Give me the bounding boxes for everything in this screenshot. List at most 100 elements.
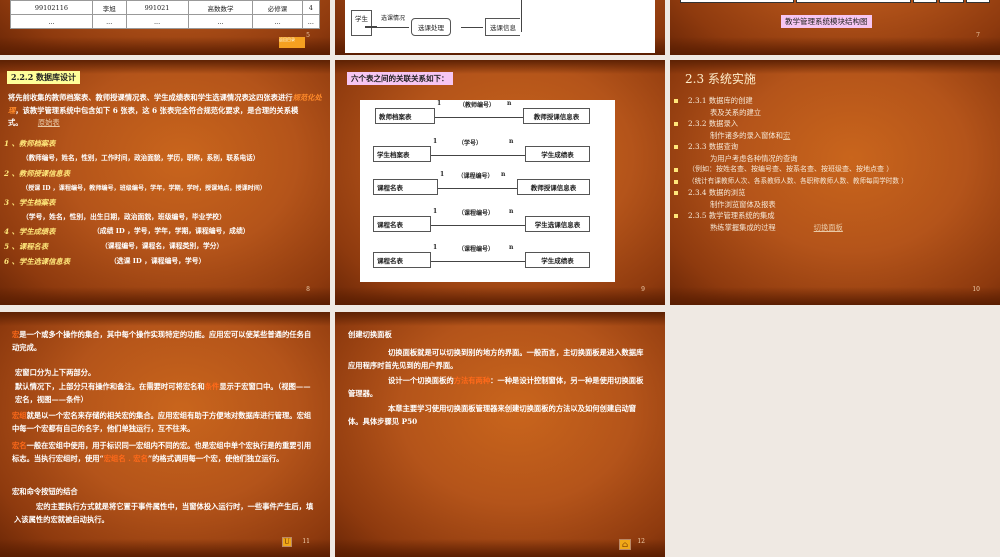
table-name: 3 、学生档案表 — [4, 198, 56, 207]
many-label: n — [509, 138, 514, 145]
one-label: 1 — [437, 100, 442, 107]
slide-number: 8 — [306, 286, 310, 293]
table-fields: （成绩 ID ，学号，学年，学期，课程编号，成绩） — [93, 227, 250, 235]
slide-title: 2.3 系统实施 — [685, 72, 756, 86]
paragraph: 本章主要学习使用切换面板管理器来创建切换面板的方法以及如何创建启动窗体。具体步骤… — [348, 404, 637, 426]
relation-arrow — [435, 117, 523, 118]
diagram-caption: 教学管理系统模块结构图 — [781, 15, 872, 28]
table-name: 2 、教师授课信息表 — [4, 169, 70, 178]
paragraph: 宏组就是以一个宏名来存储的相关宏的集合。应用宏组有助于方便地对数据库进行管理。宏… — [12, 411, 312, 433]
cell: 99102116 — [10, 0, 93, 15]
slide-title: 创建切换面板 — [348, 330, 392, 339]
student-entity: 学生 — [351, 10, 372, 36]
key-label: （课程编号） — [458, 210, 495, 217]
slide-number: 5 — [306, 32, 310, 39]
flow-label: 选课情况 — [381, 15, 406, 22]
paragraph: 默认情况下，上部分只有操作和备注。在需要时可将宏名和条件显示于宏窗口中。（视图—… — [15, 382, 311, 404]
slide-thumbnail-7[interactable]: 教学管理系统模块结构图 7 — [670, 0, 1000, 55]
data-table: 99102116 李旭 991021 高数数学 必修课 4 ...............… — [10, 0, 321, 29]
from-table-box: 学生档案表 — [373, 146, 431, 162]
to-table-box: 教师授课信息表 — [517, 179, 590, 195]
table-name: 1 、教师档案表 — [4, 139, 56, 148]
table-fields: （选课 ID ，课程编号，学号） — [110, 257, 206, 265]
paragraph: 宏和命令按钮的结合 — [12, 487, 78, 496]
paragraph: 设计一个切换面板的方法有两种：一种是设计控制窗体，另一种是使用切换面板管理器。 — [348, 376, 644, 398]
table-name: 4 、学生成绩表 — [4, 227, 56, 236]
one-label: 1 — [433, 244, 438, 251]
slide-number: 10 — [972, 286, 980, 293]
table-row: .................. — [10, 14, 321, 29]
many-label: n — [501, 171, 506, 178]
table-fields: （授课 ID ，课程编号，教师编号，班级编号，学年，学期，学时，授课地点，授课时… — [22, 185, 266, 192]
many-label: n — [509, 244, 514, 251]
from-table-box: 课程名表 — [373, 216, 431, 232]
relation-arrow — [438, 188, 517, 189]
slide-thumbnail-11[interactable]: 宏是一个或多个操作的集合，其中每个操作实现特定的功能。应用宏可以使某些普通的任务… — [0, 312, 330, 557]
list-item: 2.3.4 数据的浏览 制作浏览窗体及报表 — [674, 187, 996, 210]
paragraph: 宏名一般在宏组中使用，用于标识同一宏组内不同的宏。也是宏组中单个宏执行是的重要引… — [12, 441, 312, 463]
key-label: （学号） — [458, 140, 483, 147]
list-item: （例如：按姓名查、按编号查、按系名查、按班级查、按地点查 ） — [674, 164, 996, 176]
key-label: （教师编号） — [459, 102, 496, 109]
slide-number: 9 — [641, 286, 645, 293]
cell: 高数数学 — [187, 0, 254, 15]
slide-title: 2.2.2 数据库设计 — [7, 71, 81, 84]
many-label: n — [509, 208, 514, 215]
cell: 991021 — [125, 0, 189, 15]
from-table-box: 课程名表 — [373, 179, 438, 195]
slide-thumbnail-12[interactable]: 创建切换面板 切换面板就是可以切换到别的地方的界面。一般而言，主切换面板是进入数… — [335, 312, 665, 557]
intro-text: 将先前收集的教师档案表、教师授课情况表、学生成绩表和学生选课情况表这四张表进行 — [8, 93, 293, 102]
slide-thumbnail-9[interactable]: 六个表之间的关联关系如下： 教师档案表 教师授课信息表 1 （教师编号） n 学生… — [335, 60, 665, 305]
table-fields: （学号，姓名，性别，出生日期，政治面貌，班级编号，毕业学校） — [22, 213, 226, 221]
relation-arrow — [431, 261, 525, 262]
to-table-box: 学生成绩表 — [525, 252, 590, 268]
to-table-box: 学生选课信息表 — [525, 216, 590, 232]
one-label: 1 — [433, 138, 438, 145]
table-row: 99102116 李旭 991021 高数数学 必修课 4 — [10, 0, 321, 15]
from-table-box: 课程名表 — [373, 252, 431, 268]
cell: ... — [91, 14, 127, 29]
cell: 4 — [301, 0, 321, 15]
one-label: 1 — [440, 171, 445, 178]
cell: 必修课 — [252, 0, 303, 15]
back-button[interactable]: 返回目录 — [279, 37, 305, 48]
list-item: 2.3.3 数据查询 为用户考虑各种情况的查询 — [674, 141, 996, 164]
paragraph: 宏窗口分为上下两部分。 — [15, 368, 96, 377]
from-table-box: 教师档案表 — [375, 108, 435, 124]
macro-link[interactable]: 宏 — [783, 131, 790, 140]
one-label: 1 — [433, 208, 438, 215]
slide-thumbnail-8[interactable]: 2.2.2 数据库设计 将先前收集的教师档案表、教师授课情况表、学生成绩表和学生… — [0, 60, 330, 305]
home-button-icon[interactable]: ⌂ — [619, 539, 631, 550]
slide-number: 12 — [637, 538, 645, 545]
many-label: n — [507, 100, 512, 107]
key-label: （课程编号） — [457, 173, 494, 180]
slide-thumbnail-5[interactable]: 99102116 李旭 991021 高数数学 必修课 4 ...............… — [0, 0, 330, 55]
cell: ... — [125, 14, 189, 29]
slide-number: 11 — [302, 538, 310, 545]
cell: 李旭 — [91, 0, 127, 15]
paragraph: 切换面板就是可以切换到别的地方的界面。一般而言，主切换面板是进入数据库应用程序时… — [348, 348, 644, 370]
cell: ... — [301, 14, 321, 29]
switchboard-link[interactable]: 切换面板 — [814, 223, 843, 232]
paragraph: 宏的主要执行方式就是将它置于事件属性中，当窗体投入运行时，一些事件产生后，填入该… — [14, 502, 314, 524]
slide-thumbnail-10[interactable]: 2.3 系统实施 2.3.1 数据库的创建 表及关系的建立 2.3.2 数据录入制… — [670, 60, 1000, 305]
slide-thumbnail-6[interactable]: 学生 选课情况 选课处理 选课信息 — [335, 0, 665, 55]
to-table-box: 教师授课信息表 — [523, 108, 590, 124]
cell: ... — [187, 14, 254, 29]
relation-arrow — [431, 225, 525, 226]
relation-arrow — [431, 155, 525, 156]
action-button-icon[interactable]: U — [282, 537, 292, 547]
data-store: 选课信息 — [485, 18, 520, 36]
table-name: 6 、学生选课信息表 — [4, 257, 70, 266]
original-table-link[interactable]: 原始表 — [38, 118, 60, 127]
list-item: 2.3.1 数据库的创建 表及关系的建立 — [674, 95, 996, 118]
cell: ... — [252, 14, 303, 29]
list-item: 2.3.2 数据录入 制作诸多的录入窗体和宏 — [674, 118, 996, 141]
slide-title: 六个表之间的关联关系如下： — [347, 72, 453, 85]
table-fields: （教师编号，姓名，性别，工作时间，政治面貌，学历，职称，系别，联系电话） — [22, 154, 260, 162]
cell: ... — [10, 14, 93, 29]
table-name: 5 、课程名表 — [4, 242, 49, 251]
process-node: 选课处理 — [411, 18, 451, 36]
intro-paragraph: 将先前收集的教师档案表、教师授课情况表、学生成绩表和学生选课情况表这四张表进行规… — [8, 92, 326, 130]
module-boxes — [680, 0, 991, 3]
